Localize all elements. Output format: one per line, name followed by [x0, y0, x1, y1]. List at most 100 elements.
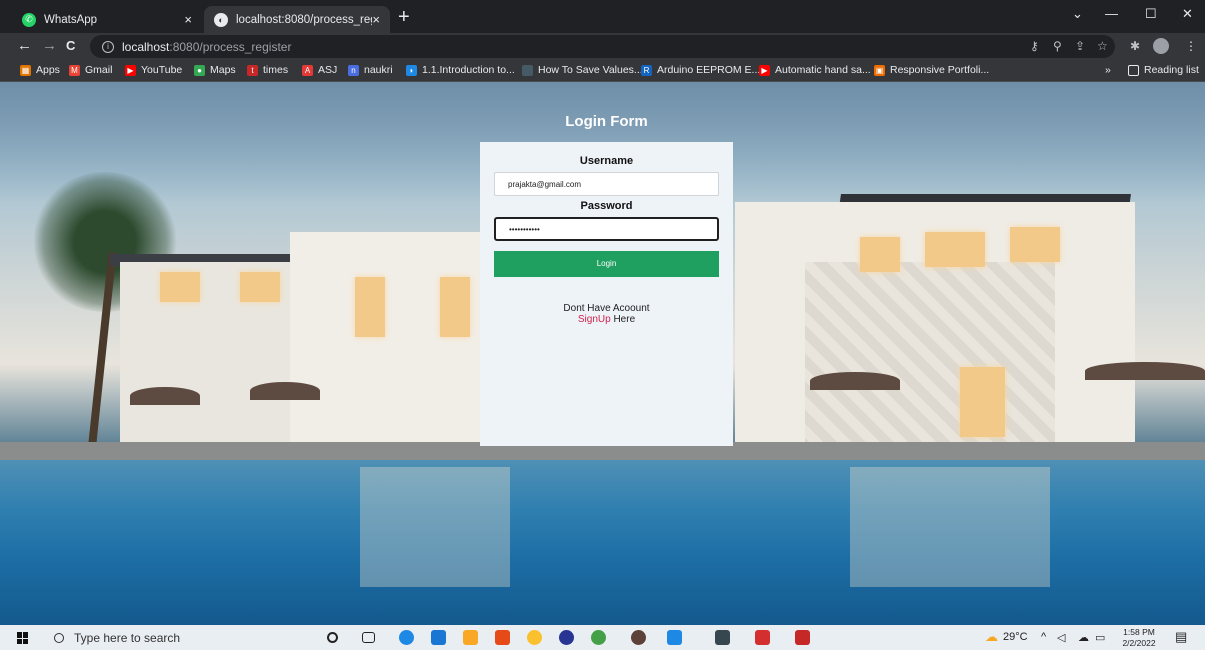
tab-localhost[interactable]: ◐ localhost:8080/process_register × [204, 6, 390, 33]
app-icon[interactable] [559, 630, 574, 645]
search-icon [54, 632, 64, 643]
bookmark-label: naukri [364, 64, 393, 76]
page-icon [522, 64, 533, 76]
bookmark-apps[interactable]: ▦ Apps [20, 64, 60, 76]
reload-button[interactable]: C [66, 37, 75, 55]
new-tab-button[interactable]: + [398, 7, 410, 27]
bookmark-save-values[interactable]: How To Save Values... [522, 64, 643, 76]
bookmark-label: Apps [36, 64, 60, 76]
password-label: Password [580, 200, 633, 212]
pool-reflection [360, 467, 510, 587]
close-tab-icon[interactable]: × [184, 12, 192, 27]
bookmark-star-icon[interactable]: ☆ [1097, 38, 1108, 54]
bookmark-automatic-hand[interactable]: ▶ Automatic hand sa... [759, 64, 871, 76]
key-icon[interactable]: ⚷ [1030, 38, 1039, 54]
close-tab-icon[interactable]: × [372, 12, 380, 27]
app-icon[interactable] [755, 630, 770, 645]
vscode-icon[interactable] [667, 630, 682, 645]
apps-grid-icon: ▦ [20, 64, 31, 76]
app-icon[interactable] [631, 630, 646, 645]
bookmark-label: 1.1.Introduction to... [422, 64, 515, 76]
weather-icon[interactable]: ☁ [985, 629, 998, 645]
address-bar[interactable]: i localhost:8080/process_register [90, 35, 1115, 58]
umbrella [130, 387, 200, 405]
bookmark-introduction[interactable]: ◗ 1.1.Introduction to... [406, 64, 515, 76]
bookmark-maps[interactable]: ● Maps [194, 64, 236, 76]
signup-line: SignUp Here [480, 314, 733, 325]
bookmark-youtube[interactable]: ▶ YouTube [125, 64, 182, 76]
windows-taskbar: Type here to search ☁ 29°C ^ ◁ ☁ ▭ 1:58 … [0, 625, 1205, 650]
bookmark-asj[interactable]: A ASJ [302, 64, 337, 76]
login-button[interactable]: Login [494, 251, 719, 277]
lit-window [1010, 227, 1060, 262]
edge-icon[interactable] [399, 630, 414, 645]
bookmark-arduino[interactable]: R Arduino EEPROM E... [641, 64, 760, 76]
bookmark-label: Gmail [85, 64, 113, 76]
zoom-icon[interactable]: ⚲ [1053, 38, 1062, 54]
taskbar-search[interactable]: Type here to search [48, 628, 288, 647]
chrome-profile-icon[interactable] [591, 630, 606, 645]
lit-window [160, 272, 200, 302]
tab-whatsapp[interactable]: ✆ WhatsApp × [12, 6, 202, 33]
bookmark-gmail[interactable]: M Gmail [69, 64, 112, 76]
temperature[interactable]: 29°C [1003, 631, 1028, 643]
bookmark-responsive-portfolio[interactable]: ▣ Responsive Portfoli... [874, 64, 989, 76]
bookmark-label: ASJ [318, 64, 338, 76]
address-path: :8080/process_register [169, 39, 292, 54]
bookmark-label: times [263, 64, 289, 76]
lit-window [860, 237, 900, 272]
signup-suffix: Here [613, 314, 636, 325]
back-button[interactable]: ← [17, 37, 32, 55]
office-icon[interactable] [495, 630, 510, 645]
minimize-button[interactable]: — [1105, 6, 1118, 21]
username-input[interactable] [494, 172, 719, 196]
lit-window [240, 272, 280, 302]
login-form-heading: Login Form [565, 113, 648, 130]
gmail-icon: M [69, 64, 80, 76]
chrome-icon[interactable] [527, 630, 542, 645]
share-icon[interactable]: ⇪ [1075, 38, 1085, 54]
windows-start-icon[interactable] [17, 632, 29, 644]
tab-title: WhatsApp [44, 13, 98, 26]
times-icon: t [247, 64, 258, 76]
maximize-button[interactable]: ☐ [1145, 6, 1157, 22]
notification-icon[interactable]: ▤ [1175, 629, 1187, 645]
forward-button[interactable]: → [42, 37, 57, 55]
bookmarks-overflow-button[interactable]: » [1105, 64, 1111, 76]
close-window-button[interactable]: ✕ [1182, 6, 1193, 22]
umbrella [1085, 362, 1205, 380]
lit-window [925, 232, 985, 267]
cloud-icon[interactable]: ☁ [1078, 631, 1089, 644]
tray-expand-icon[interactable]: ^ [1041, 631, 1046, 643]
bookmark-label: Responsive Portfoli... [890, 64, 990, 76]
tab-search-button[interactable]: ⌄ [1072, 6, 1083, 22]
extensions-icon[interactable]: ✱ [1130, 38, 1140, 54]
reading-list-button[interactable]: Reading list [1128, 64, 1199, 76]
lit-window [355, 277, 385, 337]
r-logo-icon: R [641, 64, 652, 76]
bookmark-naukri[interactable]: n naukri [348, 64, 393, 76]
speaker-icon[interactable]: ◁ [1057, 631, 1065, 644]
pool-reflection [850, 467, 1050, 587]
taskbar-clock[interactable]: 1:58 PM 2/2/2022 [1114, 627, 1164, 649]
signup-prompt-block: Dont Have Acoount SignUp Here [480, 303, 733, 325]
file-explorer-icon[interactable] [463, 630, 478, 645]
task-view-icon[interactable] [362, 632, 375, 643]
menu-icon[interactable]: ⋮ [1185, 38, 1197, 54]
bookmark-label: Arduino EEPROM E... [657, 64, 761, 76]
network-icon[interactable]: ▭ [1095, 631, 1105, 644]
umbrella [250, 382, 320, 400]
mail-icon[interactable] [431, 630, 446, 645]
app-icon[interactable] [715, 630, 730, 645]
site-info-icon[interactable]: i [102, 40, 114, 53]
signup-link[interactable]: SignUp [578, 314, 611, 325]
stone-wall [805, 262, 1055, 452]
pdf-icon[interactable] [795, 630, 810, 645]
profile-avatar[interactable] [1153, 38, 1169, 54]
bookmark-times[interactable]: t times [247, 64, 288, 76]
clock-time: 1:58 PM [1123, 627, 1155, 637]
password-input[interactable] [494, 217, 719, 241]
username-label: Username [579, 155, 634, 167]
cortana-icon[interactable] [327, 632, 338, 643]
bookmark-label: Maps [210, 64, 236, 76]
